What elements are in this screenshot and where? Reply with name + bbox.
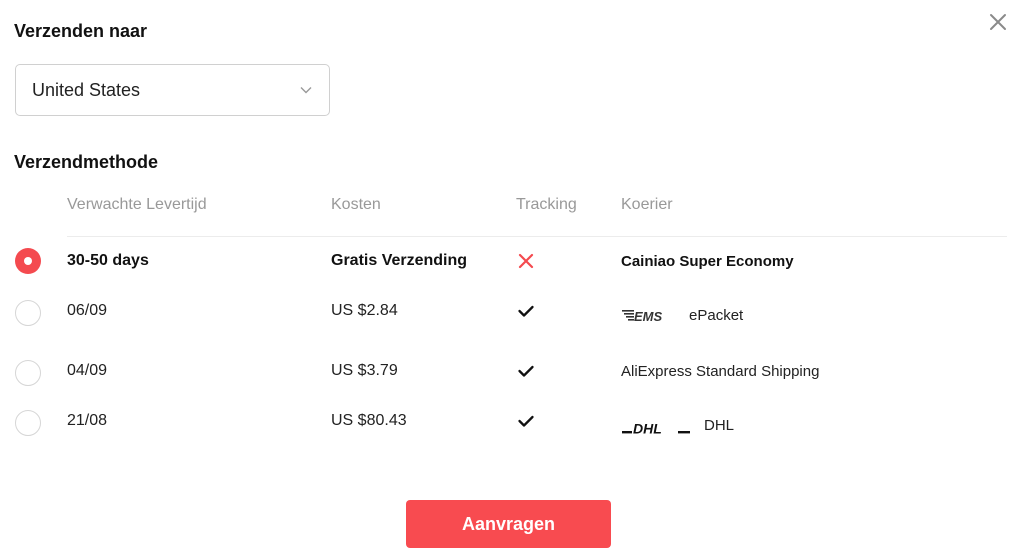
submit-button[interactable]: Aanvragen bbox=[406, 500, 611, 548]
check-icon bbox=[517, 302, 535, 320]
country-select-value: United States bbox=[32, 79, 141, 100]
radio-selected[interactable] bbox=[15, 248, 41, 274]
delivery-time: 06/09 bbox=[67, 302, 108, 319]
ship-to-heading: Verzenden naar bbox=[14, 21, 148, 41]
courier-name: DHL bbox=[704, 417, 735, 434]
radio-unselected[interactable] bbox=[15, 410, 41, 436]
radio-unselected[interactable] bbox=[15, 360, 41, 386]
delivery-time: 04/09 bbox=[67, 362, 108, 379]
delivery-time: 30-50 days bbox=[67, 252, 149, 269]
courier-name: AliExpress Standard Shipping bbox=[621, 363, 820, 380]
delivery-time: 21/08 bbox=[67, 412, 108, 429]
column-header-tracking: Tracking bbox=[516, 196, 577, 213]
column-header-cost: Kosten bbox=[331, 196, 381, 213]
shipping-cost: US $2.84 bbox=[331, 302, 398, 319]
courier-name: ePacket bbox=[689, 307, 744, 324]
shipping-option-row[interactable]: 30-50 days Gratis Verzending Cainiao Sup… bbox=[0, 242, 1024, 282]
check-icon bbox=[517, 362, 535, 380]
close-button[interactable] bbox=[986, 10, 1010, 34]
table-divider bbox=[67, 236, 1007, 237]
column-header-delivery: Verwachte Levertijd bbox=[67, 196, 207, 213]
shipping-option-row[interactable]: 04/09 US $3.79 AliExpress Standard Shipp… bbox=[0, 352, 1024, 392]
column-header-courier: Koerier bbox=[621, 196, 673, 213]
courier-name: Cainiao Super Economy bbox=[621, 253, 794, 270]
country-select[interactable]: United States bbox=[15, 64, 330, 116]
dhl-logo: DHL bbox=[622, 421, 690, 437]
shipping-cost: US $3.79 bbox=[331, 362, 398, 379]
check-icon bbox=[517, 412, 535, 430]
ems-logo-text: EMS bbox=[634, 309, 663, 324]
close-icon bbox=[990, 14, 1006, 30]
shipping-cost: Gratis Verzending bbox=[331, 252, 468, 269]
shipping-cost: US $80.43 bbox=[331, 412, 407, 429]
ems-logo: EMS bbox=[622, 309, 663, 324]
chevron-down-icon bbox=[300, 87, 312, 94]
shipping-method-heading: Verzendmethode bbox=[14, 152, 159, 172]
radio-unselected[interactable] bbox=[15, 300, 41, 326]
dhl-logo-text: DHL bbox=[633, 421, 662, 437]
shipping-option-row[interactable]: 21/08 US $80.43 DHL DHL bbox=[0, 402, 1024, 442]
cross-icon bbox=[517, 252, 535, 270]
shipping-option-row[interactable]: 06/09 US $2.84 EMS ePacket bbox=[0, 292, 1024, 332]
